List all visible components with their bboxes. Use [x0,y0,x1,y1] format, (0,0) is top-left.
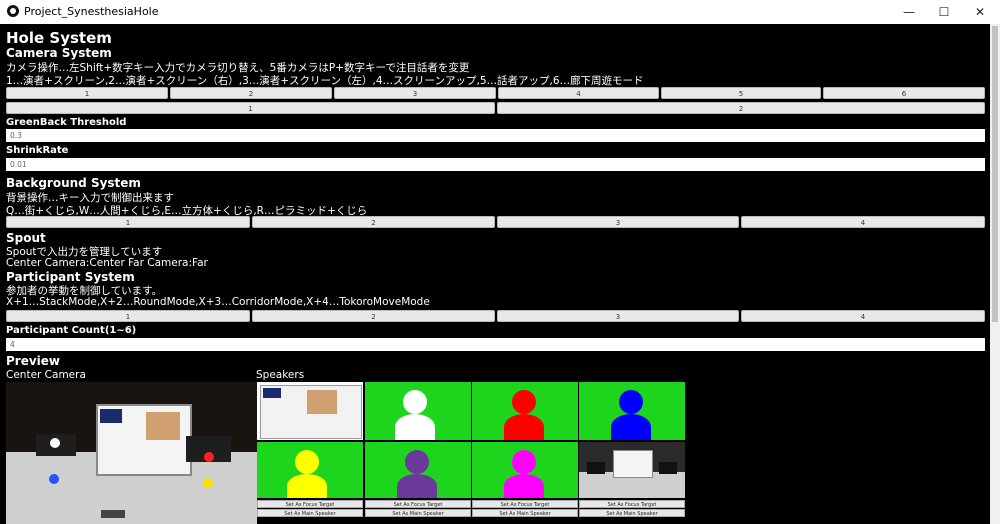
set-main-button-3[interactable]: Set As Main Speaker [472,509,578,517]
camera-button-6[interactable]: 6 [823,87,985,99]
center-camera-preview [6,382,257,524]
hole-system-title: Hole System [6,29,112,47]
window-title: Project_SynesthesiaHole [24,5,159,18]
speaker-thumb-5 [365,442,471,498]
spout-title: Spout [6,231,46,245]
camera-desc-2: 1…演者+スクリーン,2…演者+スクリーン（右）,3…演者+スクリーン（左）,4… [6,75,644,87]
participant-button-2[interactable]: 2 [252,310,495,322]
background-button-3[interactable]: 3 [497,216,739,228]
participant-system-title: Participant System [6,270,135,284]
spout-desc-2: Center Camera:Center Far Camera:Far [6,257,208,269]
shrinkrate-label: ShrinkRate [6,145,69,156]
title-bar: Project_SynesthesiaHole — ☐ ✕ [0,0,1000,24]
speaker-thumb-4 [257,442,363,498]
set-main-button-4[interactable]: Set As Main Speaker [579,509,685,517]
set-focus-button-1[interactable]: Set As Focus Target [257,500,363,508]
camera-button-2[interactable]: 2 [170,87,332,99]
speaker-thumb-2 [472,382,578,440]
camera-sub-button-1[interactable]: 1 [6,102,495,114]
speaker-thumb-3 [579,382,685,440]
preview-title: Preview [6,354,61,368]
participant-count-label: Participant Count(1~6) [6,325,137,336]
center-camera-label: Center Camera [6,369,86,381]
camera-button-1[interactable]: 1 [6,87,168,99]
camera-system-title: Camera System [6,46,112,60]
maximize-button[interactable]: ☐ [927,0,961,24]
participant-desc-2: X+1…StackMode,X+2…RoundMode,X+3…Corridor… [6,296,430,308]
greenback-label: GreenBack Threshold [6,117,127,128]
camera-sub-button-2[interactable]: 2 [497,102,985,114]
set-main-button-1[interactable]: Set As Main Speaker [257,509,363,517]
set-focus-button-3[interactable]: Set As Focus Target [472,500,578,508]
camera-button-3[interactable]: 3 [334,87,496,99]
participant-button-3[interactable]: 3 [497,310,739,322]
background-system-title: Background System [6,176,141,190]
main-panel: Hole System Camera System カメラ操作…左Shift+数… [0,24,990,524]
speakers-label: Speakers [256,369,305,381]
greenback-threshold-field[interactable]: 0.3 [6,129,985,142]
set-focus-button-4[interactable]: Set As Focus Target [579,500,685,508]
background-button-4[interactable]: 4 [741,216,985,228]
participant-button-1[interactable]: 1 [6,310,250,322]
app-icon [7,5,19,17]
speaker-thumb-1 [365,382,471,440]
minimize-button[interactable]: — [892,0,926,24]
participant-button-4[interactable]: 4 [741,310,985,322]
close-button[interactable]: ✕ [963,0,997,24]
camera-button-5[interactable]: 5 [661,87,821,99]
background-button-1[interactable]: 1 [6,216,250,228]
vertical-scrollbar[interactable] [990,24,1000,524]
scrollbar-thumb[interactable] [992,26,998,322]
speaker-thumb-6 [472,442,578,498]
set-main-button-2[interactable]: Set As Main Speaker [365,509,471,517]
speaker-stage-thumb [579,442,685,498]
participant-count-field[interactable]: 4 [6,338,985,351]
camera-button-4[interactable]: 4 [498,87,659,99]
set-focus-button-2[interactable]: Set As Focus Target [365,500,471,508]
background-button-2[interactable]: 2 [252,216,495,228]
speaker-screen-thumb [257,382,363,440]
shrinkrate-field[interactable]: 0.01 [6,158,985,171]
